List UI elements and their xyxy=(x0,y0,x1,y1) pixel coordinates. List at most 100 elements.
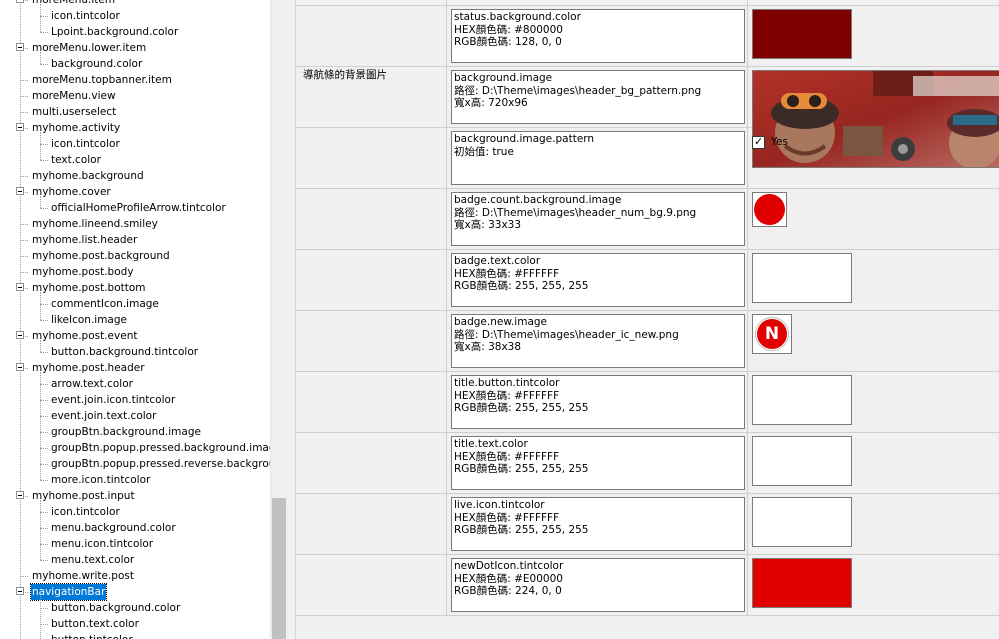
grid-row: badge.new.image 路徑: D:\Theme\images\heade… xyxy=(296,311,999,372)
tree-connector xyxy=(40,384,48,385)
property-info-textbox[interactable]: live.icon.tintcolor HEX顏色碼: #FFFFFF RGB顏色碼… xyxy=(451,497,745,551)
property-info-textbox[interactable]: title.text.color HEX顏色碼: #FFFFFF RGB顏色碼: 2… xyxy=(451,436,745,490)
property-detail: RGB顏色碼: 255, 255, 255 xyxy=(454,280,589,292)
tree-connector xyxy=(40,596,41,639)
color-swatch[interactable] xyxy=(752,436,852,486)
property-key: status.background.color xyxy=(454,11,581,23)
property-info-cell: status.background.color HEX顏色碼: #800000 RG… xyxy=(447,6,748,66)
tree-node[interactable]: myhome.post.background xyxy=(0,248,270,264)
tree-node[interactable]: myhome.lineend.smiley xyxy=(0,216,270,232)
grid-row: background.image.pattern 初始值: true ✓ Yes xyxy=(296,128,999,189)
badge-new-image[interactable]: N xyxy=(752,314,792,354)
tree-node[interactable]: myhome.post.body xyxy=(0,264,270,280)
color-swatch[interactable] xyxy=(752,9,852,59)
tree-connector xyxy=(40,372,41,480)
tree-node-label: button.background.tintcolor xyxy=(51,346,199,358)
tree-node[interactable]: myhome.write.post xyxy=(0,568,270,584)
color-swatch[interactable] xyxy=(752,558,852,608)
property-detail: RGB顏色碼: 224, 0, 0 xyxy=(454,585,562,597)
tree-node[interactable]: myhome.background xyxy=(0,168,270,184)
tree-connector xyxy=(40,480,48,481)
collapse-toggle-icon[interactable] xyxy=(16,43,24,51)
grid-row: newDotIcon.tintcolor HEX顏色碼: #E00000 RGB顏色… xyxy=(296,555,999,616)
tree-connector xyxy=(20,256,28,257)
collapse-toggle-icon[interactable] xyxy=(16,283,24,291)
tree-connector xyxy=(40,292,41,320)
tree-connector xyxy=(40,544,48,545)
property-info-textbox[interactable]: badge.text.color HEX顏色碼: #FFFFFF RGB顏色碼: 2… xyxy=(451,253,745,307)
property-info-textbox[interactable]: newDotIcon.tintcolor HEX顏色碼: #E00000 RGB顏色… xyxy=(451,558,745,612)
collapse-toggle-icon[interactable] xyxy=(16,363,24,371)
tree-connector xyxy=(40,528,48,529)
grid-row: title.button.tintcolor HEX顏色碼: #FFFFFF RGB… xyxy=(296,372,999,433)
property-detail: 寬x高: 38x38 xyxy=(454,341,522,353)
property-detail: HEX顏色碼: #FFFFFF xyxy=(454,389,560,402)
property-key: title.text.color xyxy=(454,438,528,450)
tree-connector xyxy=(40,608,48,609)
row-description-cell xyxy=(296,433,447,493)
property-info-textbox[interactable]: badge.new.image 路徑: D:\Theme\images\heade… xyxy=(451,314,745,368)
property-preview-cell xyxy=(748,189,999,249)
property-preview-cell xyxy=(748,67,999,168)
property-info-textbox[interactable]: background.image.pattern 初始值: true xyxy=(451,131,745,185)
tree-node-label: myhome.post.header xyxy=(32,362,145,374)
collapse-toggle-icon[interactable] xyxy=(16,491,24,499)
tree-connector xyxy=(40,416,48,417)
property-info-textbox[interactable]: status.background.color HEX顏色碼: #800000 RG… xyxy=(451,9,745,63)
property-info-cell: title.button.tintcolor HEX顏色碼: #FFFFFF RGB… xyxy=(447,372,748,432)
color-swatch[interactable] xyxy=(752,375,852,425)
property-key: live.icon.tintcolor xyxy=(454,499,545,511)
collapse-toggle-icon[interactable] xyxy=(16,187,24,195)
tree-connector xyxy=(40,208,48,209)
tree-connector xyxy=(20,576,28,577)
tree-node-label: button.background.color xyxy=(51,602,181,614)
tree-vertical-scrollbar[interactable] xyxy=(270,0,286,639)
tree-node-label: menu.text.color xyxy=(51,554,135,566)
property-info-textbox[interactable]: title.button.tintcolor HEX顏色碼: #FFFFFF RGB… xyxy=(451,375,745,429)
tree-node-label: myhome.lineend.smiley xyxy=(32,218,158,230)
tree-scrollbar-thumb[interactable] xyxy=(272,498,286,639)
property-info-cell: background.image.pattern 初始值: true xyxy=(447,128,748,188)
tree-connector xyxy=(40,160,48,161)
collapse-toggle-icon[interactable] xyxy=(16,123,24,131)
property-key: badge.text.color xyxy=(454,255,541,267)
tree-node-label: myhome.list.header xyxy=(32,234,138,246)
badge-count-image[interactable] xyxy=(752,192,787,227)
panel-splitter[interactable] xyxy=(286,0,296,639)
tree-connector xyxy=(20,112,28,113)
collapse-toggle-icon[interactable] xyxy=(16,587,24,595)
tree-node-label: myhome.post.event xyxy=(32,330,138,342)
check-icon: ✓ xyxy=(754,135,764,148)
collapse-toggle-icon[interactable] xyxy=(16,331,24,339)
tree-node[interactable]: moreMenu.view xyxy=(0,88,270,104)
property-info-cell: title.text.color HEX顏色碼: #FFFFFF RGB顏色碼: 2… xyxy=(447,433,748,493)
row-description-cell xyxy=(296,6,447,66)
property-info-textbox[interactable]: badge.count.background.image 路徑: D:\Theme… xyxy=(451,192,745,246)
tree-connector xyxy=(20,224,28,225)
tree-node[interactable]: multi.userselect xyxy=(0,104,270,120)
property-preview-cell xyxy=(748,250,999,310)
tree-connector xyxy=(40,16,48,17)
color-swatch[interactable] xyxy=(752,253,852,303)
collapse-toggle-icon[interactable] xyxy=(16,0,24,3)
row-description-cell xyxy=(296,250,447,310)
color-swatch[interactable] xyxy=(752,497,852,547)
tree-connector xyxy=(20,80,28,81)
tree-node[interactable]: moreMenu.topbanner.item xyxy=(0,72,270,88)
property-grid: status.background.color HEX顏色碼: #800000 RG… xyxy=(296,0,999,639)
property-detail: 寬x高: 33x33 xyxy=(454,219,522,231)
grid-row: title.text.color HEX顏色碼: #FFFFFF RGB顏色碼: 2… xyxy=(296,433,999,494)
tree-node[interactable]: myhome.list.header xyxy=(0,232,270,248)
property-preview-cell xyxy=(748,555,999,615)
property-detail: 初始值: true xyxy=(454,145,514,158)
property-info-cell: newDotIcon.tintcolor HEX顏色碼: #E00000 RGB顏色… xyxy=(447,555,748,615)
grid-row: badge.count.background.image 路徑: D:\Theme… xyxy=(296,189,999,250)
tree-node-label: navigationBar xyxy=(29,583,108,601)
tree-node-label: myhome.post.background xyxy=(32,250,170,262)
tree-connector xyxy=(40,340,41,352)
theme-key-tree[interactable]: moreMenu.item icon.tintcolor Lpoint.backgr… xyxy=(0,0,270,639)
checkbox-box[interactable]: ✓ xyxy=(752,135,765,149)
tree-node-label: event.join.text.color xyxy=(51,410,157,422)
property-info-textbox[interactable]: background.image 路徑: D:\Theme\images\head… xyxy=(451,70,745,124)
tree-node-label: moreMenu.item xyxy=(32,0,116,6)
